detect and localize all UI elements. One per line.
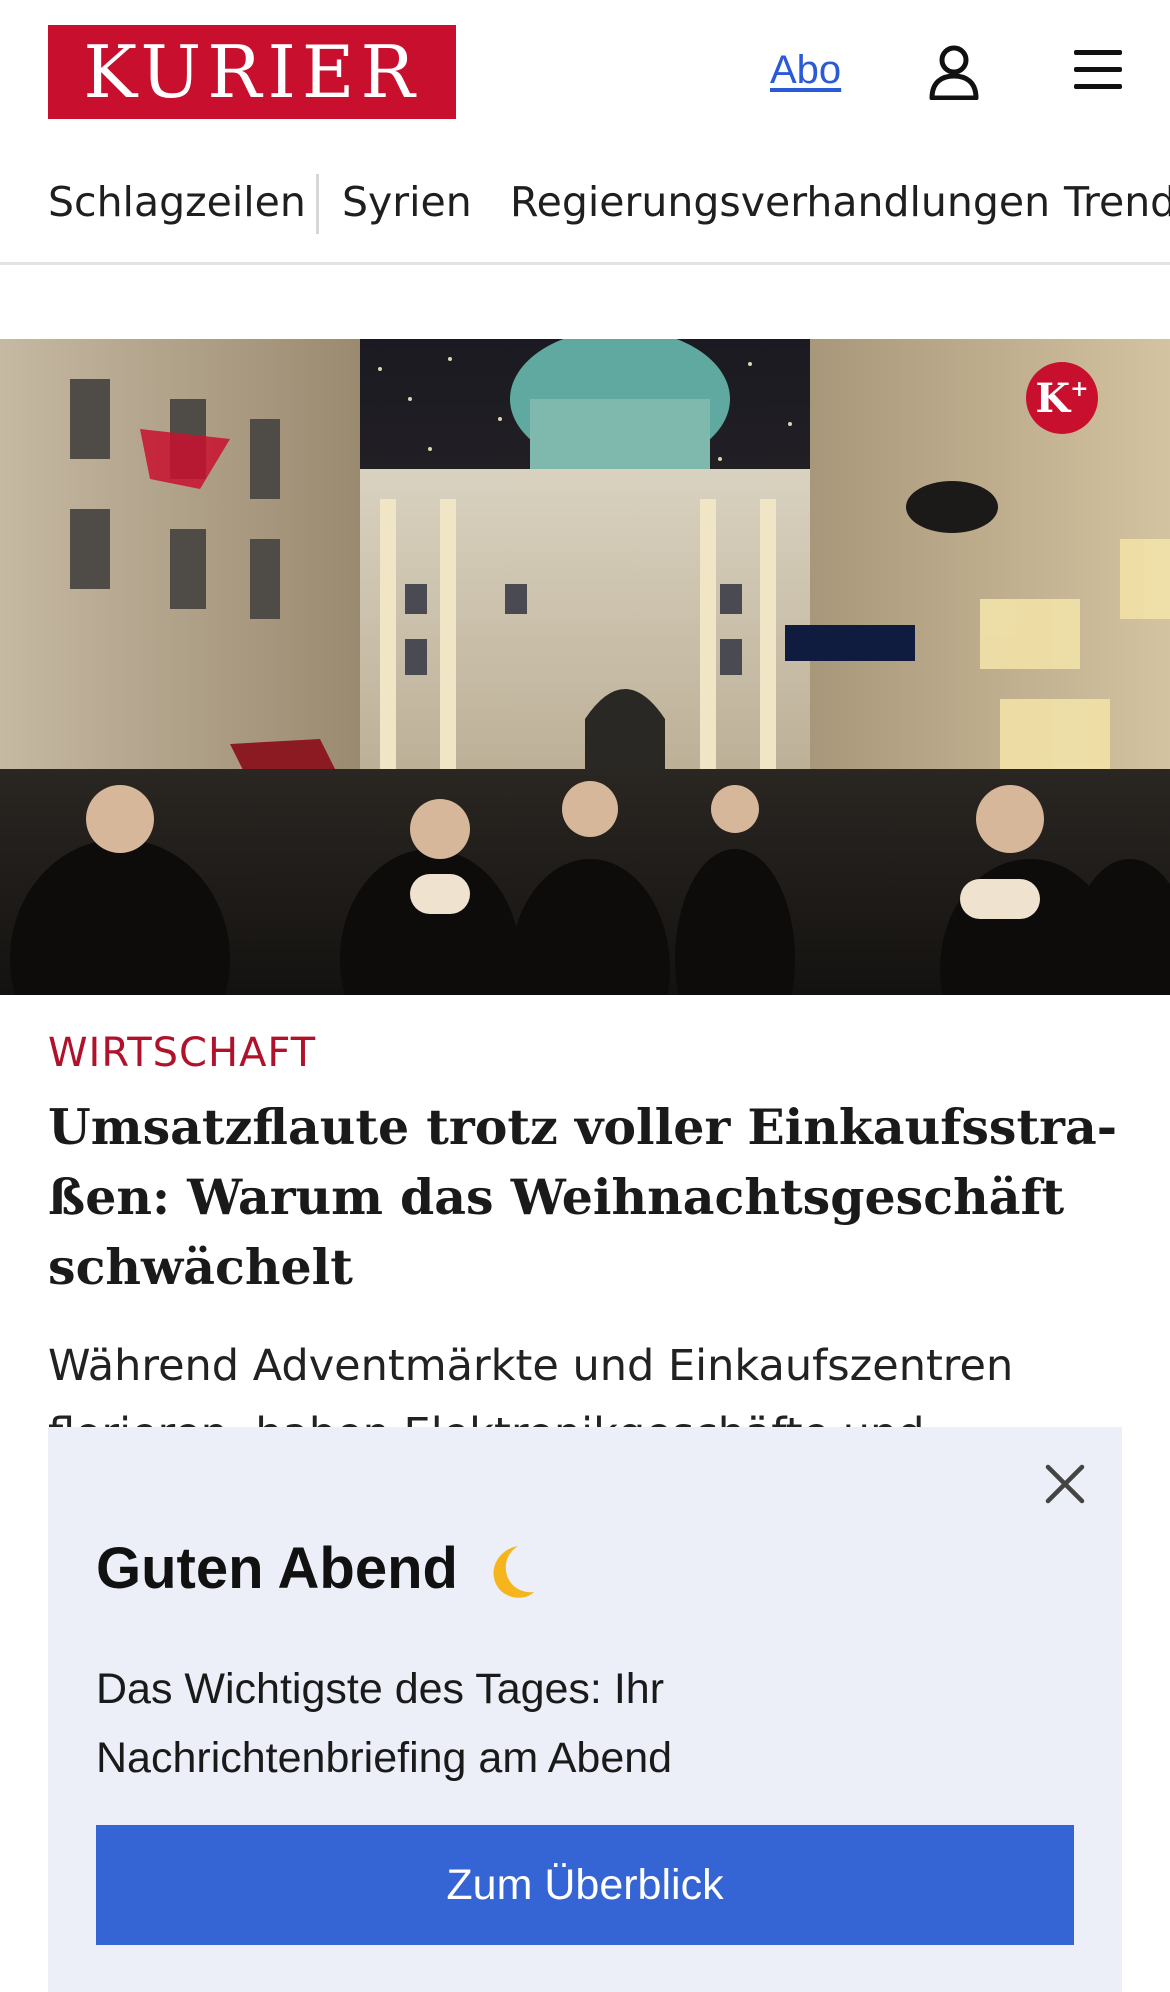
zum-ueberblick-button[interactable]: Zum Überblick bbox=[96, 1825, 1074, 1945]
headline-line: ßen: Warum das Weihnachtsgeschäft bbox=[48, 1168, 1065, 1226]
topic-trend[interactable]: Trend bbox=[1064, 178, 1170, 226]
teaser-line: Während Adventmärkte und Einkaufszentren bbox=[48, 1341, 1014, 1391]
hero-image[interactable] bbox=[0, 339, 1170, 995]
headline-line: schwächelt bbox=[48, 1238, 353, 1296]
close-icon[interactable] bbox=[1040, 1459, 1090, 1509]
evening-briefing-popup: Guten Abend Das Wichtigste des Tages: Ih… bbox=[48, 1427, 1122, 1992]
popup-title: Guten Abend bbox=[96, 1535, 540, 1606]
christmas-street-photo bbox=[0, 339, 1170, 995]
popup-text-line: Das Wichtigste des Tages: Ihr bbox=[96, 1665, 665, 1713]
kplus-badge: K + bbox=[1026, 362, 1098, 434]
popup-text-line: Nachrichtenbriefing am Abend bbox=[96, 1734, 673, 1782]
topic-nav: Schlagzeilen Syrien Regierungsverhandlun… bbox=[0, 150, 1170, 265]
kurier-logo[interactable]: KURIER bbox=[48, 25, 456, 119]
headline-line: Umsatzflaute trotz voller Einkaufsstra- bbox=[48, 1098, 1118, 1156]
topic-divider bbox=[316, 174, 319, 234]
popup-title-text: Guten Abend bbox=[96, 1536, 458, 1601]
topic-regierungsverhandlungen[interactable]: Regierungsverhandlungen bbox=[510, 178, 1050, 226]
topic-schlagzeilen[interactable]: Schlagzeilen bbox=[48, 178, 306, 226]
site-header: KURIER Abo bbox=[0, 0, 1170, 150]
popup-description: Das Wichtigste des Tages: Ihr Nachrichte… bbox=[96, 1655, 816, 1793]
user-icon[interactable] bbox=[928, 44, 980, 100]
article-category[interactable]: WIRTSCHAFT bbox=[48, 1030, 316, 1076]
topic-syrien[interactable]: Syrien bbox=[342, 178, 472, 226]
abo-link[interactable]: Abo bbox=[770, 48, 841, 93]
article-headline[interactable]: Umsatzflaute trotz voller Einkaufsstra- … bbox=[48, 1092, 1128, 1302]
hamburger-menu-icon[interactable] bbox=[1072, 48, 1124, 92]
moon-icon bbox=[493, 1545, 534, 1598]
